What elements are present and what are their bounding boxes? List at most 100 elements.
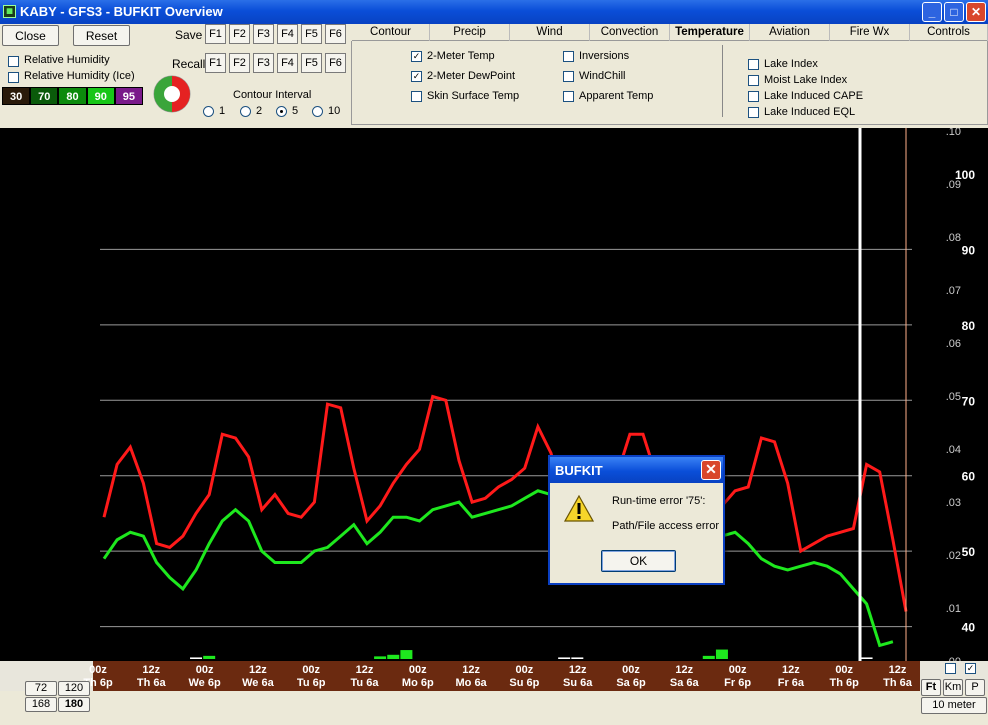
- panel-divider: [722, 45, 723, 117]
- time-tick-local: Tu 6p: [296, 677, 326, 689]
- temperature-line: [102, 394, 908, 612]
- option-checkbox-apparent-temp[interactable]: [563, 91, 574, 102]
- precip-bar: [190, 657, 203, 659]
- tab-aviation[interactable]: Aviation: [750, 24, 830, 41]
- tab-wind[interactable]: Wind: [510, 24, 590, 41]
- option-checkbox-2[interactable]: ✓: [965, 663, 976, 674]
- option-checkbox-inversions[interactable]: [563, 51, 574, 62]
- contour-option-label: 2: [256, 105, 263, 117]
- tab-convection[interactable]: Convection: [590, 24, 670, 41]
- save-label: Save: [175, 28, 203, 42]
- save-f1-button[interactable]: F1: [205, 24, 226, 44]
- precip-axis-label: .04: [946, 444, 961, 456]
- precip-axis-label: .01: [946, 603, 961, 615]
- save-f3-button[interactable]: F3: [253, 24, 274, 44]
- time-tick-z: 00z: [408, 664, 427, 676]
- option-checkbox-2-meter-dewpoint[interactable]: ✓: [411, 71, 422, 82]
- rh-legend: 30 70 80 90 95: [2, 87, 144, 105]
- save-f2-button[interactable]: F2: [229, 24, 250, 44]
- option-checkbox-moist-lake-index[interactable]: [748, 75, 759, 86]
- y-axis-label: 50: [962, 545, 976, 559]
- unit-ft-button[interactable]: Ft: [921, 679, 941, 696]
- tab-contour[interactable]: Contour: [352, 24, 430, 41]
- tab-temperature[interactable]: Temperature: [670, 24, 750, 41]
- contour-radio-5[interactable]: [276, 106, 287, 117]
- precip-bar: [715, 649, 728, 659]
- option-label: Moist Lake Index: [764, 74, 848, 86]
- option-label: 2-Meter Temp: [427, 50, 495, 62]
- hours-168-button[interactable]: 168: [25, 697, 57, 712]
- option-label: WindChill: [579, 70, 626, 82]
- time-tick-z: 12z: [888, 664, 907, 676]
- option-checkbox-lake-induced-cape[interactable]: [748, 91, 759, 102]
- maximize-button[interactable]: □: [944, 2, 964, 22]
- save-f4-button[interactable]: F4: [277, 24, 298, 44]
- ok-button[interactable]: OK: [601, 550, 676, 572]
- recall-f3-button[interactable]: F3: [253, 53, 274, 73]
- option-label: Lake Induced CAPE: [764, 90, 864, 102]
- time-tick-local: Mo 6p: [401, 677, 434, 689]
- y-axis-label: 60: [962, 470, 976, 484]
- title-bar: ▦ KABY - GFS3 - BUFKIT Overview _ □ ✕: [0, 0, 988, 24]
- chart-svg: 10090807060504030.10.09.08.07.06.05.04.0…: [100, 126, 976, 710]
- rh-ice-checkbox[interactable]: [8, 72, 19, 83]
- hours-180-button[interactable]: 180: [58, 697, 90, 712]
- recall-f2-button[interactable]: F2: [229, 53, 250, 73]
- option-label: 2-Meter DewPoint: [427, 70, 516, 82]
- unit-km-button[interactable]: Km: [943, 679, 963, 696]
- recall-f5-button[interactable]: F5: [301, 53, 322, 73]
- tab-fire-wx[interactable]: Fire Wx: [830, 24, 910, 41]
- option-label: Inversions: [579, 50, 630, 62]
- time-tick-z: 00z: [515, 664, 534, 676]
- recall-f1-button[interactable]: F1: [205, 53, 226, 73]
- reset-button[interactable]: Reset: [73, 25, 130, 46]
- hours-72-button[interactable]: 72: [25, 681, 57, 696]
- option-label: Lake Induced EQL: [764, 106, 856, 118]
- option-checkbox-lake-index[interactable]: [748, 59, 759, 70]
- precip-axis-label: .07: [946, 285, 961, 297]
- dialog-title: BUFKIT: [550, 457, 723, 483]
- time-tick-z: 12z: [568, 664, 587, 676]
- option-checkbox-lake-induced-eql[interactable]: [748, 107, 759, 118]
- contour-radio-1[interactable]: [203, 106, 214, 117]
- option-label: Skin Surface Temp: [427, 90, 520, 102]
- time-tick-local: Fr 6a: [777, 677, 805, 689]
- option-checkbox-1[interactable]: [945, 663, 956, 674]
- save-f5-button[interactable]: F5: [301, 24, 322, 44]
- rh-swatch: 95: [114, 87, 144, 105]
- contour-radio-10[interactable]: [312, 106, 323, 117]
- precip-bar: [387, 654, 400, 659]
- rh-swatch: 30: [2, 87, 31, 105]
- time-tick-z: 12z: [142, 664, 161, 676]
- recall-f4-button[interactable]: F4: [277, 53, 298, 73]
- time-tick-local: Su 6a: [563, 677, 593, 689]
- contour-interval-label: Contour Interval: [233, 89, 312, 101]
- dialog-close-button[interactable]: ✕: [701, 460, 721, 480]
- tab-controls[interactable]: Controls: [910, 24, 988, 41]
- recall-f6-button[interactable]: F6: [325, 53, 346, 73]
- close-window-button[interactable]: ✕: [966, 2, 986, 22]
- rh-swatch: 90: [86, 87, 115, 105]
- contour-option-label: 10: [328, 105, 341, 117]
- time-tick-z: 12z: [462, 664, 480, 676]
- time-tick-local: Fr 6p: [724, 677, 752, 689]
- precip-bar: [203, 655, 216, 659]
- option-label: Lake Index: [764, 58, 818, 70]
- hours-120-button[interactable]: 120: [58, 681, 90, 696]
- rh-checkbox[interactable]: [8, 56, 19, 67]
- height-select[interactable]: 10 meter: [921, 697, 987, 714]
- save-f6-button[interactable]: F6: [325, 24, 346, 44]
- unit-p-button[interactable]: P: [965, 679, 985, 696]
- time-tick-z: 00z: [195, 664, 214, 676]
- time-tick-local: Th 6a: [883, 677, 912, 689]
- time-tick-z: 00z: [728, 664, 747, 676]
- option-checkbox-skin-surface-temp[interactable]: [411, 91, 422, 102]
- y-axis-label: 90: [962, 243, 976, 257]
- close-button[interactable]: Close: [2, 25, 59, 46]
- contour-radio-2[interactable]: [240, 106, 251, 117]
- option-checkbox-windchill[interactable]: [563, 71, 574, 82]
- rh-swatch: 80: [58, 87, 87, 105]
- option-checkbox-2-meter-temp[interactable]: ✓: [411, 51, 422, 62]
- minimize-button[interactable]: _: [922, 2, 942, 22]
- tab-precip[interactable]: Precip: [430, 24, 510, 41]
